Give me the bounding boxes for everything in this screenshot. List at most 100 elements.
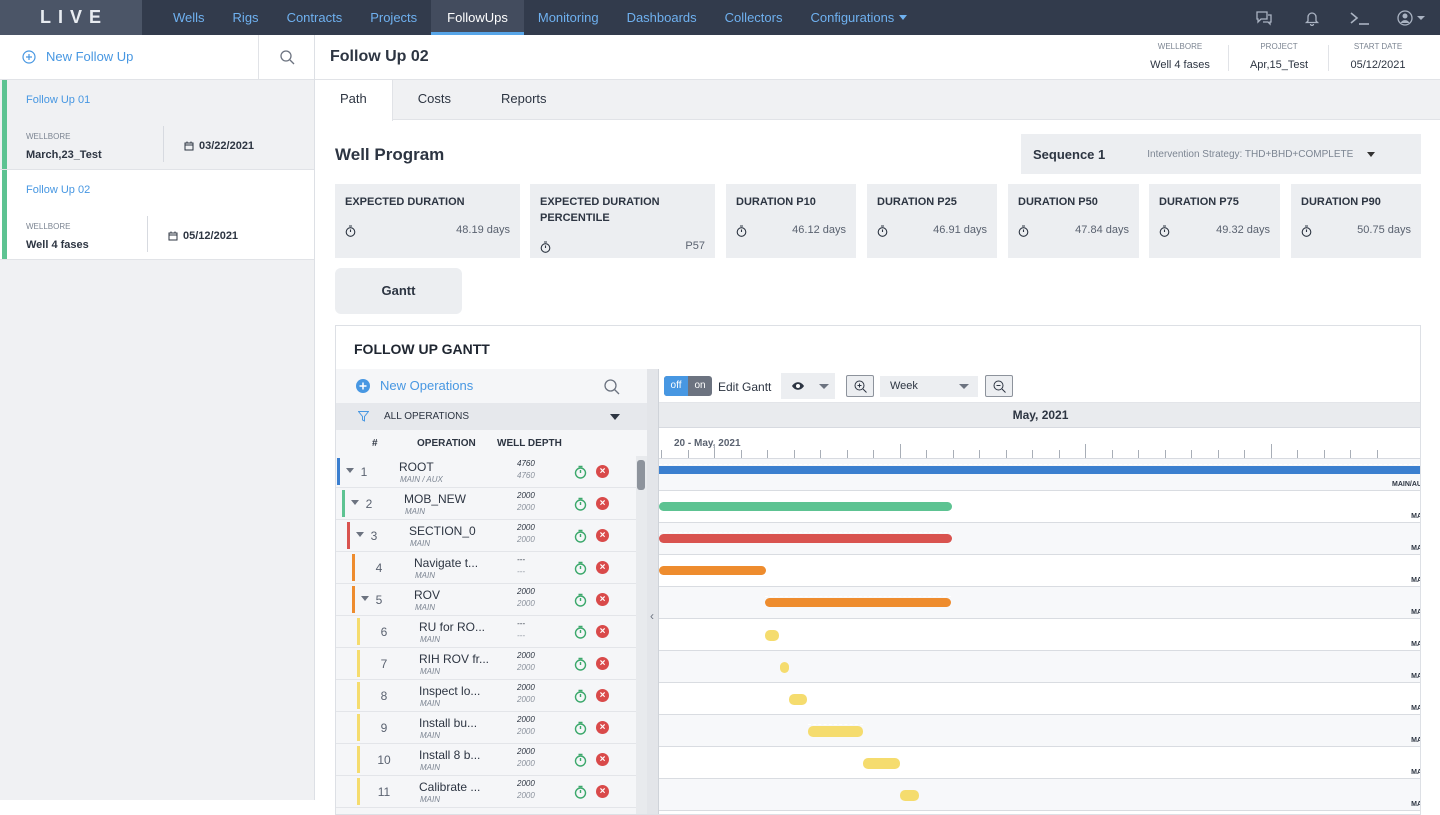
operation-name[interactable]: SECTION_0	[409, 524, 476, 538]
timer-icon[interactable]	[574, 657, 587, 671]
delete-icon[interactable]: ×	[596, 465, 609, 478]
delete-icon[interactable]: ×	[596, 689, 609, 702]
gantt-task-bar[interactable]	[780, 662, 789, 673]
gantt-task-bar[interactable]	[808, 724, 863, 737]
nav-item-followups[interactable]: FollowUps	[431, 0, 524, 35]
timeline-tick	[1270, 444, 1272, 458]
timeline-tick	[714, 444, 715, 458]
zoom-in-button[interactable]	[846, 375, 874, 397]
user-icon[interactable]	[1384, 0, 1440, 35]
scrollbar-thumb[interactable]	[637, 460, 645, 490]
nav-item-contracts[interactable]: Contracts	[273, 0, 357, 35]
nav-item-dashboards[interactable]: Dashboards	[613, 0, 711, 35]
operation-row[interactable]: 11 Calibrate ... MAIN 2000 2000 ×	[336, 776, 636, 808]
timer-icon[interactable]	[574, 561, 587, 575]
timer-icon[interactable]	[574, 529, 587, 543]
grid-scrollbar[interactable]	[636, 456, 647, 814]
operation-row[interactable]: 7 RIH ROV fr... MAIN 2000 2000 ×	[336, 648, 636, 680]
gantt-task-bar[interactable]	[900, 790, 919, 801]
operation-name[interactable]: RU for RO...	[419, 620, 485, 634]
gantt-task-bar[interactable]	[659, 564, 766, 575]
gantt-button[interactable]: Gantt	[335, 268, 462, 314]
new-follow-up-button[interactable]: New Follow Up	[22, 49, 133, 64]
search-icon[interactable]	[604, 379, 620, 400]
nav-item-label: Monitoring	[537, 10, 599, 25]
operation-name[interactable]: Install bu...	[419, 716, 477, 730]
bell-icon[interactable]	[1288, 0, 1336, 35]
delete-icon[interactable]: ×	[596, 625, 609, 638]
gantt-task-bar[interactable]	[789, 694, 807, 705]
delete-icon[interactable]: ×	[596, 529, 609, 542]
chat-icon[interactable]	[1240, 0, 1288, 35]
gantt-task-bar[interactable]	[659, 532, 952, 543]
delete-icon[interactable]: ×	[596, 497, 609, 510]
operation-row[interactable]: 9 Install bu... MAIN 2000 2000 ×	[336, 712, 636, 744]
tab-reports[interactable]: Reports	[476, 80, 572, 120]
operation-branch: MAIN	[420, 763, 440, 772]
nav-item-configurations[interactable]: Configurations	[796, 0, 921, 35]
scale-select[interactable]: Week	[880, 376, 978, 397]
new-operations-button[interactable]: New Operations	[356, 378, 473, 393]
operation-row[interactable]: 1 ROOT MAIN / AUX 4760 4760 ×	[336, 456, 636, 488]
operations-filter[interactable]: ALL OPERATIONS	[336, 403, 647, 430]
visibility-dropdown[interactable]	[781, 373, 835, 399]
operation-row[interactable]: 10 Install 8 b... MAIN 2000 2000 ×	[336, 744, 636, 776]
terminal-icon[interactable]	[1336, 0, 1384, 35]
operation-name[interactable]: ROOT	[399, 460, 434, 474]
tab-path[interactable]: Path	[315, 80, 393, 121]
gantt-task-bar[interactable]	[659, 502, 952, 511]
sequence-select[interactable]: Sequence 1 Intervention Strategy: THD+BH…	[1021, 134, 1421, 174]
edit-gantt-toggle[interactable]: off on	[664, 376, 712, 396]
timer-icon[interactable]	[574, 593, 587, 607]
gantt-task-bar[interactable]	[765, 596, 951, 607]
operation-name[interactable]: ROV	[414, 588, 440, 602]
followup-item-02[interactable]: Follow Up 02 WELLBORE Well 4 fases 05/12…	[0, 170, 314, 260]
operation-row[interactable]: 6 RU for RO... MAIN --- --- ×	[336, 616, 636, 648]
timer-icon[interactable]	[574, 753, 587, 767]
timer-icon[interactable]	[574, 689, 587, 703]
nav-item-collectors[interactable]: Collectors	[711, 0, 797, 35]
gantt-task-bar[interactable]	[765, 630, 779, 641]
operation-name[interactable]: MOB_NEW	[404, 492, 466, 506]
operation-name[interactable]: Calibrate ...	[419, 780, 480, 794]
nav-item-projects[interactable]: Projects	[356, 0, 431, 35]
gantt-task-bar[interactable]	[863, 756, 900, 769]
delete-icon[interactable]: ×	[596, 593, 609, 606]
timer-icon[interactable]	[574, 721, 587, 735]
timer-icon[interactable]	[574, 625, 587, 639]
followup-title[interactable]: Follow Up 01	[26, 94, 90, 106]
operation-row[interactable]: 5 ROV MAIN 2000 2000 ×	[336, 584, 636, 616]
sidebar-search-button[interactable]	[258, 35, 315, 80]
delete-icon[interactable]: ×	[596, 721, 609, 734]
delete-icon[interactable]: ×	[596, 785, 609, 798]
delete-icon[interactable]: ×	[596, 657, 609, 670]
operation-row[interactable]: 2 MOB_NEW MAIN 2000 2000 ×	[336, 488, 636, 520]
operation-name[interactable]: Inspect lo...	[419, 684, 480, 698]
operation-row[interactable]: 8 Inspect lo... MAIN 2000 2000 ×	[336, 680, 636, 712]
strategy-value: Intervention Strategy: THD+BHD+COMPLETE	[1147, 148, 1354, 160]
followup-item-01[interactable]: Follow Up 01 WELLBORE March,23_Test 03/2…	[0, 80, 314, 170]
gantt-task-bar[interactable]	[659, 464, 1420, 474]
wellbore-meta: WELLBORE Well 4 fases	[1135, 42, 1225, 71]
operation-row[interactable]: 3 SECTION_0 MAIN 2000 2000 ×	[336, 520, 636, 552]
nav-item-wells[interactable]: Wells	[159, 0, 219, 35]
card-value: 50.75 days	[1357, 224, 1411, 236]
timer-icon[interactable]	[574, 465, 587, 479]
tab-costs[interactable]: Costs	[393, 80, 476, 120]
zoom-out-button[interactable]	[985, 375, 1013, 397]
operation-name[interactable]: RIH ROV fr...	[419, 652, 489, 666]
nav-item-monitoring[interactable]: Monitoring	[524, 0, 613, 35]
grid-collapse-handle[interactable]: ‹	[647, 369, 659, 814]
delete-icon[interactable]: ×	[596, 753, 609, 766]
delete-icon[interactable]: ×	[596, 561, 609, 574]
operation-number: 11	[377, 785, 391, 799]
operation-name[interactable]: Navigate t...	[414, 556, 478, 570]
nav-item-rigs[interactable]: Rigs	[219, 0, 273, 35]
timeline-tick	[1191, 450, 1192, 458]
app-logo[interactable]: LIVE	[0, 0, 142, 35]
operation-name[interactable]: Install 8 b...	[419, 748, 480, 762]
timer-icon[interactable]	[574, 497, 587, 511]
timer-icon[interactable]	[574, 785, 587, 799]
operation-row[interactable]: 4 Navigate t... MAIN --- --- ×	[336, 552, 636, 584]
followup-title[interactable]: Follow Up 02	[26, 184, 90, 196]
